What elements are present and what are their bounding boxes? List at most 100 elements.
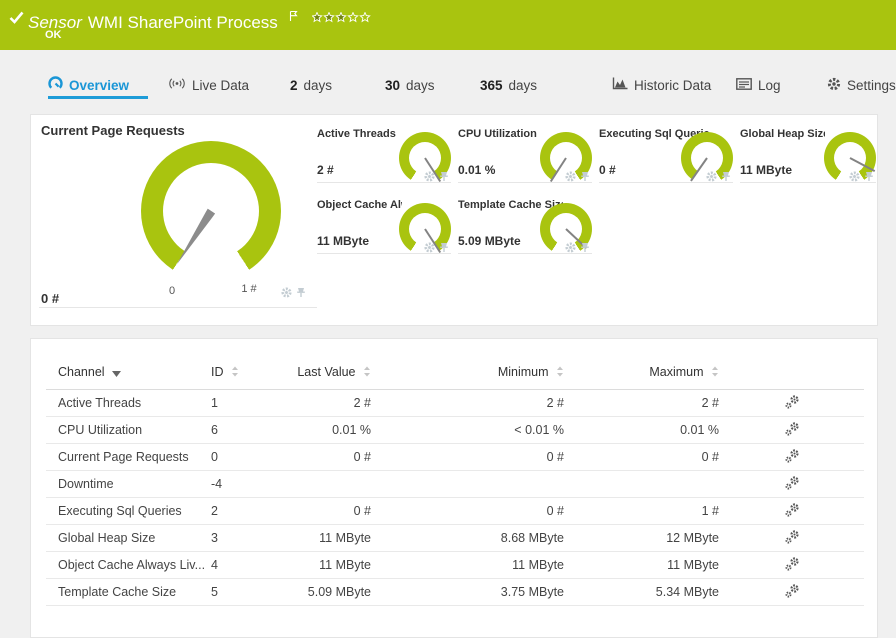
gauge-pin-icon[interactable]	[580, 240, 590, 258]
channel-name[interactable]: Executing Sql Queries	[46, 497, 211, 525]
status-badge: OK	[45, 29, 62, 41]
channel-id: 5	[211, 578, 296, 606]
tab-settings[interactable]: Settings	[827, 74, 896, 96]
channel-id: 0	[211, 443, 296, 471]
last-value: 11 MByte	[296, 524, 371, 552]
gauge-pin-icon[interactable]	[721, 169, 731, 187]
channel-table-panel: Channel ID Last Value Minimum Maximum Ac…	[30, 338, 878, 638]
gauge-value: 0.01 %	[458, 163, 496, 177]
tab-overview[interactable]: Overview	[48, 74, 129, 96]
minimum	[371, 470, 564, 498]
gauge-gear-icon[interactable]	[565, 240, 576, 258]
sort-icon	[556, 366, 564, 380]
gauge-pin-icon[interactable]	[296, 285, 306, 303]
table-row: Current Page Requests 0 0 # 0 # 0 #	[46, 443, 864, 471]
gauges-panel: Current Page Requests 0 1 # 0 # Active T…	[30, 114, 878, 326]
priority-stars[interactable]	[311, 8, 374, 27]
channel-name[interactable]: Global Heap Size	[46, 524, 211, 552]
channel-name[interactable]: Active Threads	[46, 389, 211, 417]
tab-30-days[interactable]: 30 days	[385, 74, 435, 96]
gauge-title: Current Page Requests	[41, 123, 185, 138]
gauge-pin-icon[interactable]	[864, 169, 874, 187]
maximum: 1 #	[564, 497, 719, 525]
minimum: 0 #	[371, 443, 564, 471]
sort-desc-icon	[112, 366, 122, 380]
last-value: 5.09 MByte	[296, 578, 371, 606]
active-tab-underline	[48, 96, 148, 99]
log-list-icon	[736, 77, 752, 93]
gauge-arc	[141, 141, 281, 281]
minimum: 3.75 MByte	[371, 578, 564, 606]
table-row: Executing Sql Queries 2 0 # 0 # 1 #	[46, 497, 864, 525]
maximum: 12 MByte	[564, 524, 719, 552]
gauge-executing-sql-queries: Executing Sql Queries 0 #	[599, 125, 733, 184]
gauge-pin-icon[interactable]	[439, 169, 449, 187]
last-value: 0.01 %	[296, 416, 371, 444]
channel-name[interactable]: Template Cache Size	[46, 578, 211, 606]
minimum: 11 MByte	[371, 551, 564, 579]
channel-name[interactable]: Current Page Requests	[46, 443, 211, 471]
column-header-channel[interactable]: Channel	[46, 357, 211, 390]
gauge-template-cache-size: Template Cache Size 5.09 MByte	[458, 196, 592, 255]
channel-name[interactable]: Downtime	[46, 470, 211, 498]
channel-settings-icon[interactable]	[719, 470, 864, 498]
gauge-current-page-requests: Current Page Requests 0 1 # 0 #	[31, 115, 317, 325]
channel-settings-icon[interactable]	[719, 524, 864, 552]
tab-live-data[interactable]: Live Data	[168, 74, 249, 96]
gauge-pin-icon[interactable]	[439, 240, 449, 258]
column-header-maximum[interactable]: Maximum	[564, 357, 719, 390]
channel-name[interactable]: Object Cache Always Liv...	[46, 551, 211, 579]
gauge-gear-icon[interactable]	[424, 169, 435, 187]
gauge-title: Object Cache Always L...	[317, 199, 402, 211]
column-header-last-value[interactable]: Last Value	[296, 357, 371, 390]
gauge-value: 5.09 MByte	[458, 234, 521, 248]
gauge-gear-icon[interactable]	[565, 169, 576, 187]
channel-id: 4	[211, 551, 296, 579]
table-row: Object Cache Always Liv... 4 11 MByte 11…	[46, 551, 864, 579]
minimum: < 0.01 %	[371, 416, 564, 444]
channel-name[interactable]: CPU Utilization	[46, 416, 211, 444]
gauge-icon	[48, 76, 63, 94]
tab-2-days[interactable]: 2 days	[290, 74, 332, 96]
channel-settings-icon[interactable]	[719, 389, 864, 417]
minimum: 0 #	[371, 497, 564, 525]
maximum: 5.34 MByte	[564, 578, 719, 606]
gear-icon	[827, 77, 841, 94]
gauge-value: 2 #	[317, 163, 334, 177]
divider	[39, 307, 317, 308]
gauge-gear-icon[interactable]	[706, 169, 717, 187]
channel-id: 6	[211, 416, 296, 444]
gauge-gear-icon[interactable]	[424, 240, 435, 258]
channel-settings-icon[interactable]	[719, 416, 864, 444]
table-row: Global Heap Size 3 11 MByte 8.68 MByte 1…	[46, 524, 864, 552]
last-value: 11 MByte	[296, 551, 371, 579]
page-title: WMI SharePoint Process	[87, 13, 278, 32]
channel-settings-icon[interactable]	[719, 578, 864, 606]
channel-id: 3	[211, 524, 296, 552]
tab-365-days[interactable]: 365 days	[480, 74, 537, 96]
maximum: 0.01 %	[564, 416, 719, 444]
channel-settings-icon[interactable]	[719, 551, 864, 579]
sort-icon	[711, 366, 719, 380]
table-row: Downtime -4	[46, 470, 864, 498]
gauge-scale-max: 1 #	[241, 283, 257, 295]
channel-settings-icon[interactable]	[719, 497, 864, 525]
gauge-value: 11 MByte	[317, 234, 370, 248]
table-header-row: Channel ID Last Value Minimum Maximum	[46, 357, 864, 390]
maximum: 11 MByte	[564, 551, 719, 579]
column-header-id[interactable]: ID	[211, 357, 296, 390]
channel-id: 2	[211, 497, 296, 525]
channel-id: 1	[211, 389, 296, 417]
area-chart-icon	[612, 77, 628, 93]
gauge-gear-icon[interactable]	[849, 169, 860, 187]
column-header-minimum[interactable]: Minimum	[371, 357, 564, 390]
gauge-gear-icon[interactable]	[281, 285, 292, 303]
channel-id: -4	[211, 470, 296, 498]
gauge-pin-icon[interactable]	[580, 169, 590, 187]
flag-icon[interactable]	[289, 7, 303, 26]
channel-settings-icon[interactable]	[719, 443, 864, 471]
sort-icon	[363, 366, 371, 380]
tab-historic-data[interactable]: Historic Data	[612, 74, 711, 96]
last-value: 0 #	[296, 443, 371, 471]
tab-log[interactable]: Log	[736, 74, 781, 96]
